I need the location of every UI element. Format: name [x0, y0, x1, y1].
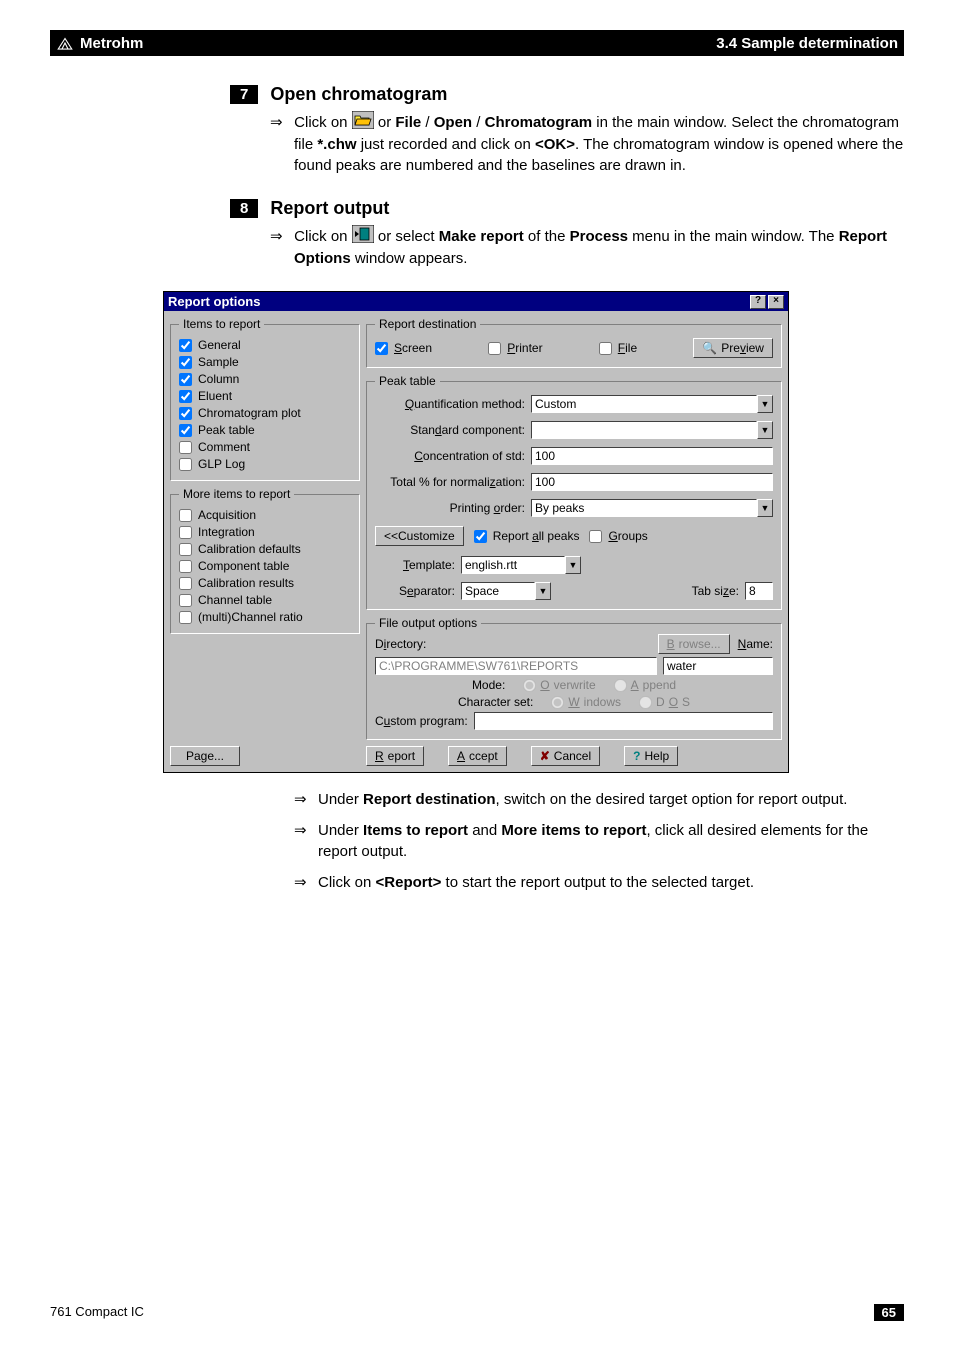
integration-checkbox[interactable]: Integration	[179, 525, 351, 539]
custom-program-label: Custom program:	[375, 714, 468, 728]
column-checkbox[interactable]: Column	[179, 372, 351, 386]
chromplot-checkbox[interactable]: Chromatogram plot	[179, 406, 351, 420]
help-icon: ?	[633, 749, 640, 763]
file-checkbox[interactable]: FileFile	[599, 341, 637, 355]
step-7-badge: 7	[230, 85, 258, 104]
help-button[interactable]: ?Help	[624, 746, 678, 766]
report-options-dialog: Report options ? × Items to report Gener…	[163, 291, 789, 773]
screen-checkbox[interactable]: SScreencreen	[375, 341, 432, 355]
dialog-title: Report options	[168, 294, 260, 309]
append-radio[interactable]: AppendAppend	[614, 678, 676, 692]
open-file-icon	[352, 111, 374, 135]
step-7-body: ⇒ Click on or File / Open / Chromatogram…	[294, 111, 904, 176]
template-select[interactable]: english.rtt▼	[461, 556, 581, 574]
caldef-checkbox[interactable]: Calibration defaults	[179, 542, 351, 556]
chevron-down-icon[interactable]: ▼	[565, 556, 581, 574]
report-button[interactable]: ReportReport	[366, 746, 424, 766]
multichan-checkbox[interactable]: (multi)Channel ratio	[179, 610, 351, 624]
chevron-down-icon[interactable]: ▼	[757, 499, 773, 517]
preview-icon: 🔍	[702, 341, 717, 355]
report-all-peaks-checkbox[interactable]: Report all peaksReport all peaks	[474, 529, 580, 543]
separator-select[interactable]: Space▼	[461, 582, 551, 600]
cancel-button[interactable]: ✘Cancel	[531, 746, 600, 766]
groups-checkbox[interactable]: GroupsGroups	[589, 529, 647, 543]
page-footer: 761 Compact IC 65	[50, 1304, 904, 1321]
mode-label: Mode:	[472, 678, 505, 692]
dialog-titlebar[interactable]: Report options ? ×	[164, 292, 788, 311]
acquisition-checkbox[interactable]: Acquisition	[179, 508, 351, 522]
standard-select[interactable]: ▼	[531, 421, 773, 439]
printer-checkbox[interactable]: PrinterPrinter	[488, 341, 542, 355]
step-7-title: Open chromatogram	[270, 84, 447, 105]
eluent-checkbox[interactable]: Eluent	[179, 389, 351, 403]
footer-product: 761 Compact IC	[50, 1304, 144, 1321]
dest-legend: Report destination	[375, 317, 480, 331]
dos-radio[interactable]: DOSDOS	[639, 695, 690, 709]
comment-checkbox[interactable]: Comment	[179, 440, 351, 454]
general-checkbox[interactable]: General	[179, 338, 351, 352]
footer-page-number: 65	[874, 1304, 904, 1321]
peak-table-group: Peak table Quantification method:Quantif…	[366, 374, 782, 610]
chantable-checkbox[interactable]: Channel table	[179, 593, 351, 607]
calres-checkbox[interactable]: Calibration results	[179, 576, 351, 590]
directory-label: Directory:	[375, 637, 426, 651]
concentration-input[interactable]: 100	[531, 447, 773, 465]
step-8-badge: 8	[230, 199, 258, 218]
close-titlebar-button[interactable]: ×	[768, 295, 784, 309]
preview-button[interactable]: 🔍PreviewPreview	[693, 338, 773, 358]
custom-program-input[interactable]	[474, 712, 773, 730]
customize-button[interactable]: <<Customize	[375, 526, 464, 546]
accept-button[interactable]: AcceptAccept	[448, 746, 507, 766]
chevron-down-icon[interactable]: ▼	[757, 421, 773, 439]
items-to-report-group: Items to report General Sample Column El…	[170, 317, 360, 481]
items-legend: Items to report	[179, 317, 264, 331]
fileout-legend: File output options	[375, 616, 481, 630]
totalpct-input[interactable]: 100	[531, 473, 773, 491]
cancel-icon: ✘	[540, 749, 550, 763]
charset-label: Character set:	[458, 695, 533, 709]
name-label: Name:	[738, 637, 773, 651]
printorder-select[interactable]: By peaks▼	[531, 499, 773, 517]
step-8-title: Report output	[270, 198, 389, 219]
comptable-checkbox[interactable]: Component table	[179, 559, 351, 573]
windows-radio[interactable]: WindowsWindows	[551, 695, 621, 709]
peak-legend: Peak table	[375, 374, 440, 388]
brand-text: Metrohm	[80, 35, 143, 52]
tabsize-input[interactable]: 8	[745, 582, 773, 600]
page-header: Metrohm 3.4 Sample determination	[50, 30, 904, 56]
brand-icon	[56, 34, 74, 52]
overwrite-radio[interactable]: OverwriteOverwrite	[523, 678, 595, 692]
help-titlebar-button[interactable]: ?	[750, 295, 766, 309]
peaktable-checkbox[interactable]: Peak table	[179, 423, 351, 437]
report-destination-group: Report destination SScreencreen PrinterP…	[366, 317, 782, 368]
quantification-select[interactable]: Custom▼	[531, 395, 773, 413]
chevron-down-icon[interactable]: ▼	[535, 582, 551, 600]
more-items-group: More items to report Acquisition Integra…	[170, 487, 360, 634]
make-report-icon	[352, 225, 374, 249]
step-8-body: ⇒ Click on or select Make report of the …	[294, 225, 904, 270]
filename-input[interactable]: water	[663, 657, 773, 675]
tabsize-label: Tab size:	[692, 584, 739, 598]
directory-input[interactable]: C:\PROGRAMME\SW761\REPORTS	[375, 657, 657, 675]
glplog-checkbox[interactable]: GLP Log	[179, 457, 351, 471]
chevron-down-icon[interactable]: ▼	[757, 395, 773, 413]
post-notes: ⇒Under Report destination, switch on the…	[294, 789, 904, 893]
browse-button[interactable]: Browse...Browse...	[658, 634, 730, 654]
page-button[interactable]: Page...	[170, 746, 240, 766]
more-legend: More items to report	[179, 487, 294, 501]
section-text: 3.4 Sample determination	[716, 35, 898, 52]
sample-checkbox[interactable]: Sample	[179, 355, 351, 369]
file-output-group: File output options Directory:Directory:…	[366, 616, 782, 740]
